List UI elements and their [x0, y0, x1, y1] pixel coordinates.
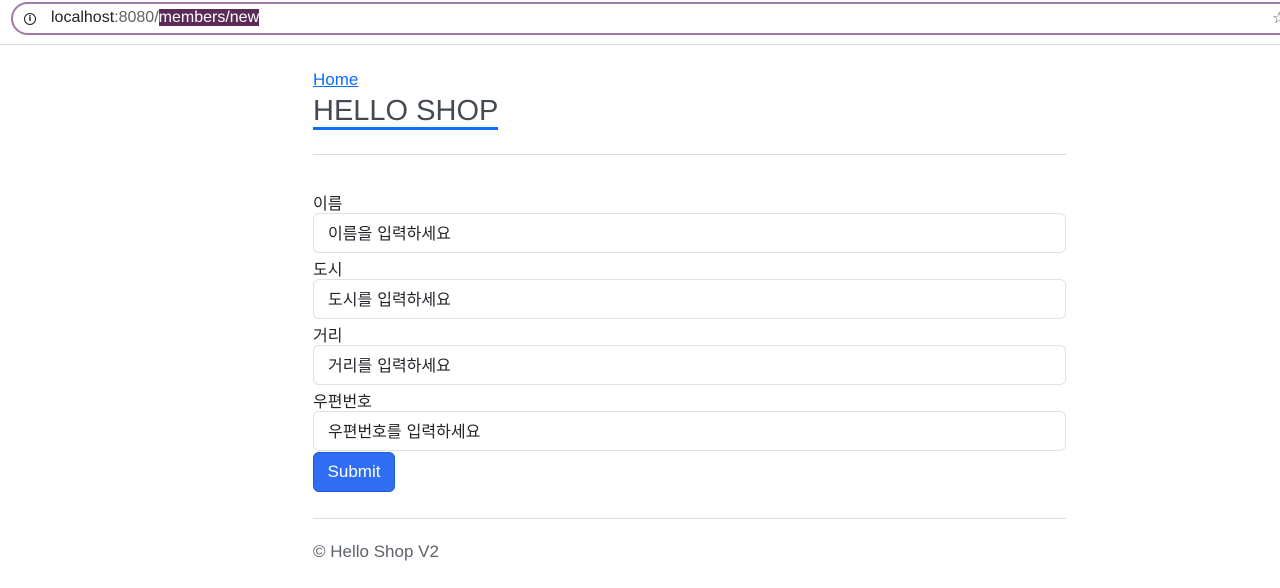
city-input[interactable] [313, 279, 1066, 319]
footer-divider [313, 518, 1066, 519]
header-divider [313, 154, 1066, 155]
zipcode-label: 우편번호 [313, 392, 372, 411]
home-link[interactable]: Home [313, 70, 358, 90]
url-host: localhost [51, 9, 115, 26]
name-label: 이름 [313, 194, 343, 213]
name-input[interactable] [313, 213, 1066, 253]
bookmark-star-icon[interactable]: ☆ [1272, 10, 1280, 26]
street-label: 거리 [313, 326, 343, 345]
url-port: :8080/ [114, 9, 159, 26]
zipcode-input[interactable] [313, 411, 1066, 451]
site-info-icon[interactable]: i [24, 13, 36, 25]
browser-toolbar: i localhost:8080/members/new ☆ [0, 0, 1280, 45]
street-input[interactable] [313, 345, 1066, 385]
site-title-link[interactable]: HELLO SHOP [313, 95, 499, 130]
city-label: 도시 [313, 260, 343, 279]
url-text[interactable]: localhost:8080/members/new [51, 9, 260, 27]
submit-button[interactable]: Submit [313, 452, 395, 492]
footer-copyright: © Hello Shop V2 [313, 542, 439, 561]
url-path: members/new [158, 9, 260, 26]
